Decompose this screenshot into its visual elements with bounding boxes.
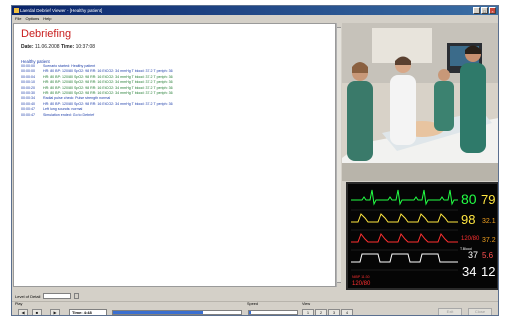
window-controls: _ □ × [473,7,496,14]
maximize-button[interactable]: □ [481,7,488,14]
log-entry-text: Simulation ended: Go to Debrief [43,112,95,117]
abp-secondary-value: 37.2 [482,237,496,244]
abp-value: 120/80 [461,236,480,242]
rr-value: 12 [481,264,495,279]
debrief-log-panel: Debriefing Date: 11.06.2008 Time: 10:37:… [13,23,336,287]
temp-value: 37 [468,250,478,260]
view-button-4[interactable]: 4 [341,309,353,315]
log-scrollbar[interactable] [336,23,341,287]
hr-value: 80 [461,191,477,207]
menu-help[interactable]: Help [43,15,51,22]
simulation-photo [342,23,498,181]
event-log: 00:00:00 Scenario started: Healthy patien… [21,64,331,118]
time-label: Time: [60,44,75,50]
level-of-detail-control: Level of Detail [15,293,80,299]
date-label: Date: [21,44,34,50]
exit-button[interactable]: Exit [438,308,462,315]
menu-file[interactable]: File [15,15,21,22]
log-entry: 00:00:47 Simulation ended: Go to Debrief [21,113,331,118]
close-window-button[interactable]: × [489,7,496,14]
level-of-detail-input[interactable] [43,293,72,299]
session-datetime: Date: 11.06.2008 Time: 10:37:08 [21,44,95,50]
minimize-button[interactable]: _ [473,7,480,14]
timeline-slider[interactable] [112,310,242,315]
spo2-secondary-value: 32.1 [482,218,496,225]
playback-bar: Play ◀ ■ ▶ Time: 4:48 Speed View 1 2 3 4… [12,301,498,315]
window-title: Laerdal Debrief Viewer - [Healthy patien… [20,8,103,13]
timeline-progress-fill [113,311,203,314]
app-icon [14,8,19,13]
stop-button[interactable]: ■ [32,309,42,315]
play-button[interactable]: ▶ [50,309,60,315]
nibp-value: 120/80 [352,281,371,287]
speed-fill [249,311,252,314]
log-entry-time: 00:00:47 [21,112,35,117]
app-window: Laerdal Debrief Viewer - [Healthy patien… [11,5,499,316]
nibp-label: NIBP 11:30 [352,275,370,279]
etco2-value: 34 [462,264,476,279]
close-button[interactable]: Close [468,308,492,315]
view-button-1[interactable]: 1 [302,309,314,315]
level-of-detail-spinner[interactable] [74,293,80,299]
scroll-up-button[interactable] [337,23,341,28]
page-title: Debriefing [21,28,72,40]
view-button-3[interactable]: 3 [328,309,340,315]
date-value: 11.06.2008 [34,44,60,50]
play-label: Play [15,302,23,306]
scroll-down-button[interactable] [337,282,341,287]
time-display: Time: 4:48 [69,309,107,315]
time-value: 10:37:08 [75,44,96,50]
rewind-button[interactable]: ◀ [18,309,28,315]
simulation-room-image [342,23,498,181]
level-of-detail-label: Level of Detail [15,293,41,299]
speed-slider[interactable] [248,310,298,315]
hr-secondary-value: 79 [481,192,495,207]
spo2-value: 98 [461,212,475,227]
temp-secondary-value: 5.6 [482,251,494,260]
speed-label: Speed [247,302,258,306]
vital-signs-display: 80 79 98 32.1 120/80 37.2 T.Blood 37 5.6… [348,184,497,288]
menu-bar: File Options Help [12,15,498,22]
view-label: View [302,302,311,306]
menu-options[interactable]: Options [25,15,39,22]
view-button-2[interactable]: 2 [315,309,327,315]
title-bar[interactable]: Laerdal Debrief Viewer - [Healthy patien… [12,6,498,15]
patient-monitor: 80 79 98 32.1 120/80 37.2 T.Blood 37 5.6… [346,182,498,290]
